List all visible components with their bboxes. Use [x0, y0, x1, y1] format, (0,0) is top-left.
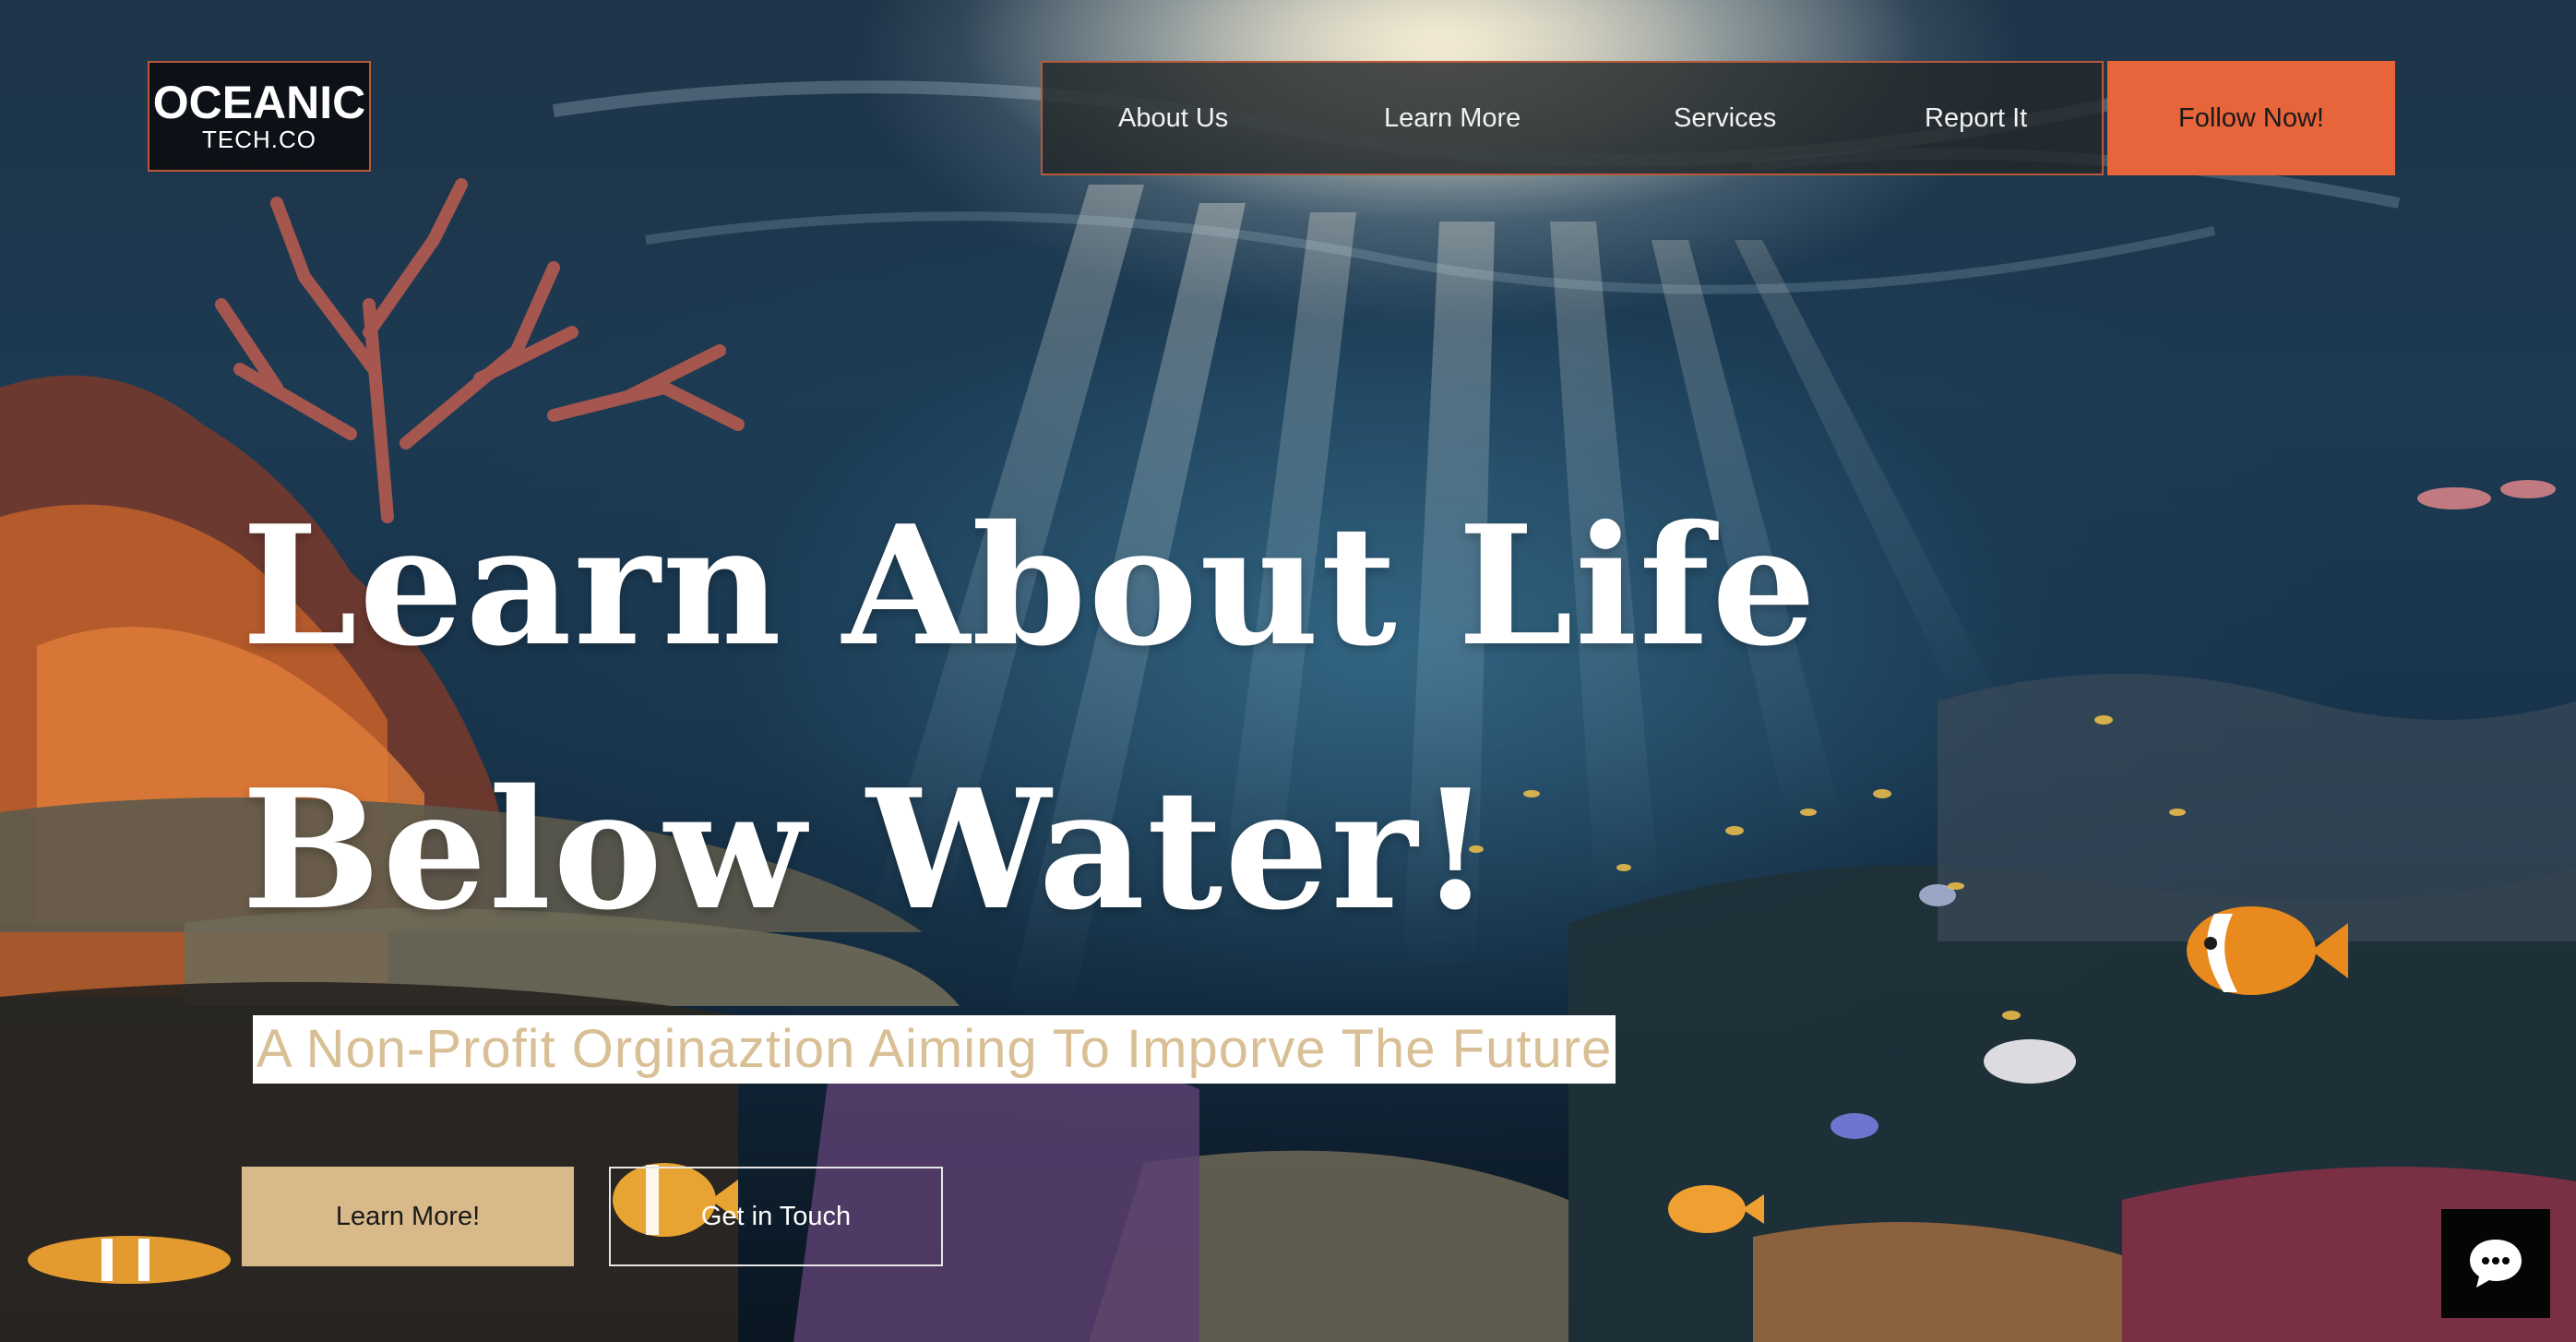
learn-more-button[interactable]: Learn More!: [242, 1167, 574, 1266]
nav-item-services[interactable]: Services: [1674, 103, 1776, 134]
nav-item-report-it[interactable]: Report It: [1925, 103, 2027, 134]
get-in-touch-button[interactable]: Get in Touch: [609, 1167, 943, 1266]
brand-name: OCEANIC: [152, 77, 366, 128]
hero-title-line-2: Below Water!: [242, 753, 1494, 946]
hero-subtitle: A Non-Profit Orginaztion Aiming To Impor…: [253, 1015, 1616, 1084]
hero-page: OCEANIC TECH.CO About Us Learn More Serv…: [0, 0, 2576, 1342]
nav-item-learn-more[interactable]: Learn More: [1384, 103, 1521, 134]
main-navigation: About Us Learn More Services Report It: [1041, 61, 2104, 175]
chat-bubble-icon: [2470, 1240, 2522, 1288]
nav-item-about-us[interactable]: About Us: [1118, 103, 1228, 134]
chat-widget-button[interactable]: [2441, 1209, 2550, 1318]
hero-title-line-1: Learn About Life: [242, 489, 1819, 682]
follow-now-button[interactable]: Follow Now!: [2107, 61, 2395, 175]
brand-logo[interactable]: OCEANIC TECH.CO: [148, 61, 371, 172]
brand-subtitle: TECH.CO: [202, 126, 316, 153]
hero-title: Learn About Life Below Water!: [242, 454, 1818, 982]
